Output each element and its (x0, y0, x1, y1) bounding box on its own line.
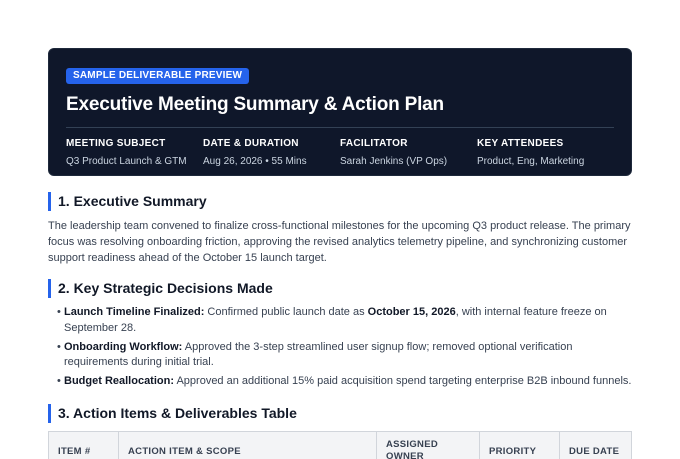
bullet-dot-icon: • (57, 340, 61, 353)
meta-value: Q3 Product Launch & GTM (66, 156, 187, 167)
section-heading-actions: 3. Action Items & Deliverables Table (48, 404, 297, 423)
column-header-due-date: DUE DATE (569, 446, 620, 457)
meeting-meta: MEETING SUBJECT Q3 Product Launch & GTM … (66, 138, 614, 167)
decision-title: Budget Reallocation: (64, 375, 175, 387)
column-header-owner: ASSIGNED OWNER (377, 432, 480, 459)
page-title: Executive Meeting Summary & Action Plan (66, 94, 444, 115)
list-item: • Onboarding Workflow: Approved the 3-ste… (57, 340, 637, 371)
bullet-dot-icon: • (57, 375, 61, 387)
summary-paragraph: The leadership team convened to finalize… (48, 220, 631, 264)
decision-date: October 15, 2026 (367, 306, 456, 318)
column-header-action: ACTION ITEM & SCOPE (119, 432, 377, 459)
decision-text: Confirmed public launch date as (204, 306, 368, 318)
meta-facilitator: FACILITATOR Sarah Jenkins (VP Ops) (340, 138, 477, 167)
decision-text: Approved an additional 15% paid acquisit… (174, 375, 632, 387)
section-heading-decisions: 2. Key Strategic Decisions Made (48, 279, 273, 298)
list-item: • Launch Timeline Finalized: Confirmed pu… (57, 305, 637, 336)
meta-subject: MEETING SUBJECT Q3 Product Launch & GTM (66, 138, 203, 167)
summary-header-card: SAMPLE DELIVERABLE PREVIEW Executive Mee… (48, 48, 632, 176)
preview-badge: SAMPLE DELIVERABLE PREVIEW (66, 68, 250, 84)
bullet-dot-icon: • (57, 306, 61, 318)
section-heading-summary: 1. Executive Summary (48, 192, 207, 211)
meta-value: Aug 26, 2026 • 55 Mins (203, 156, 307, 167)
meta-attendees: KEY ATTENDEES Product, Eng, Marketing (477, 138, 614, 167)
column-header-priority: PRIORITY (480, 432, 560, 459)
meta-label: KEY ATTENDEES (477, 138, 564, 149)
column-header-item: ITEM # (49, 432, 119, 459)
list-item: • Budget Reallocation: Approved an additi… (57, 374, 637, 390)
meta-date: DATE & DURATION Aug 26, 2026 • 55 Mins (203, 138, 340, 167)
header-divider (66, 127, 614, 128)
meta-value: Sarah Jenkins (VP Ops) (340, 156, 448, 167)
decision-title: Launch Timeline Finalized: (64, 306, 205, 318)
action-items-table-header: ITEM # ACTION ITEM & SCOPE ASSIGNED OWNE… (48, 431, 632, 459)
meta-value: Product, Eng, Marketing (477, 156, 585, 167)
decisions-list: • Launch Timeline Finalized: Confirmed pu… (57, 305, 637, 393)
meta-label: DATE & DURATION (203, 138, 299, 149)
meta-label: MEETING SUBJECT (66, 138, 166, 149)
decision-title: Onboarding Workflow: (64, 340, 183, 353)
meta-label: FACILITATOR (340, 138, 408, 149)
